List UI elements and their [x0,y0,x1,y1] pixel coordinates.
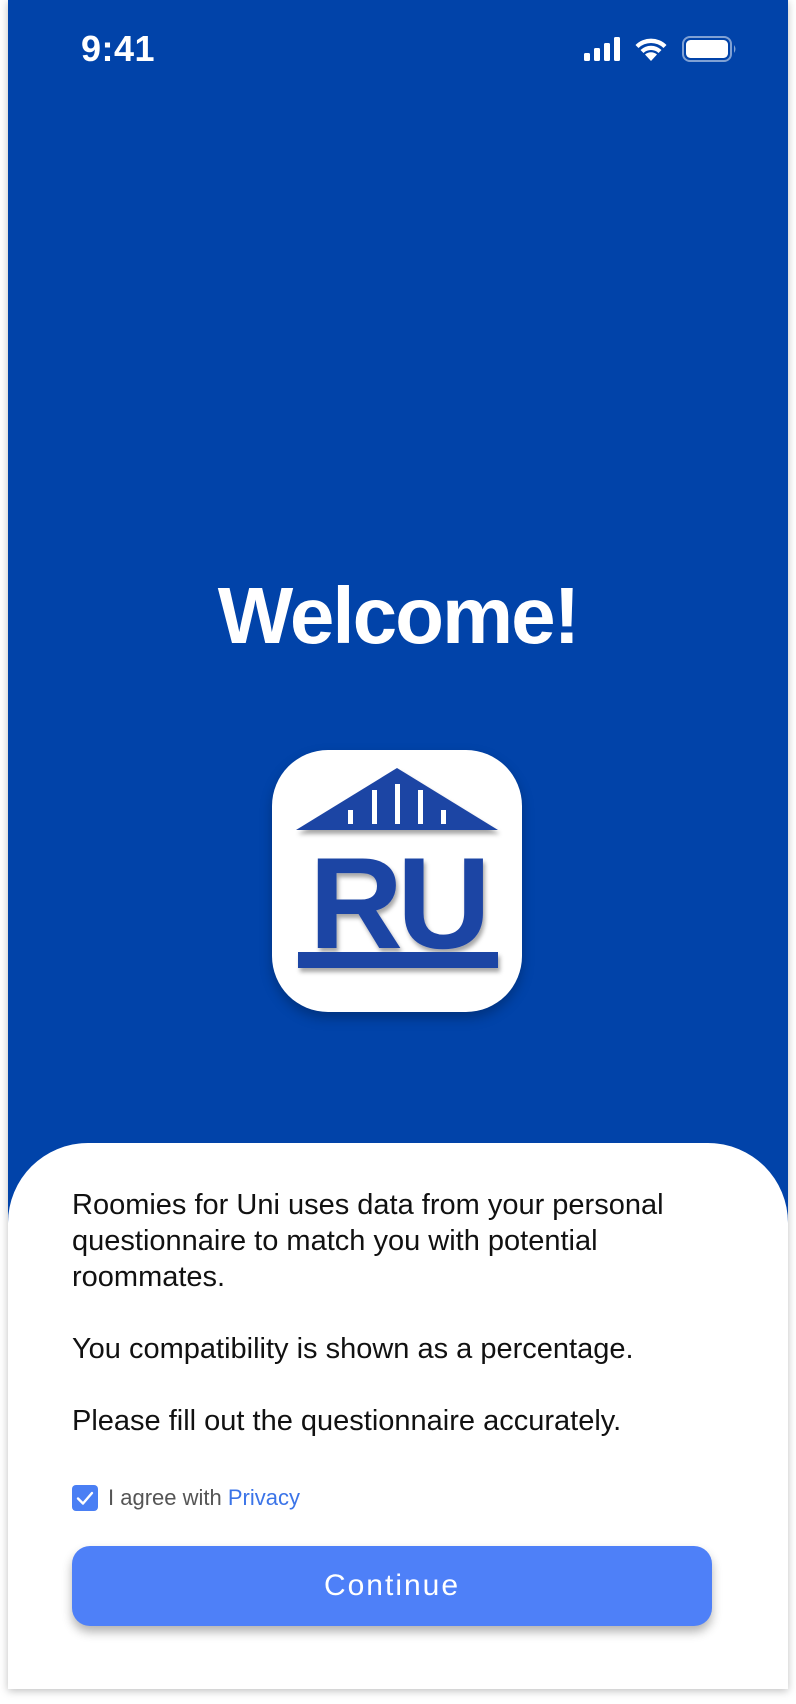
phone-screen: 9:41 Welcome! RU Roomies for Uni uses da… [8,0,788,1689]
agree-prefix: I agree with [108,1485,228,1510]
cellular-signal-icon [584,37,620,61]
battery-icon [682,36,736,62]
info-paragraph-2: You compatibility is shown as a percenta… [72,1333,634,1365]
status-time: 9:41 [81,28,156,69]
privacy-agreement: I agree with Privacy [72,1485,300,1511]
agree-label: I agree with Privacy [108,1485,300,1511]
wifi-icon [635,38,667,61]
continue-button[interactable]: Continue [72,1546,712,1626]
info-paragraph-3: Please fill out the questionnaire accura… [72,1405,622,1437]
welcome-title: Welcome! [217,571,580,660]
info-paragraph-1: Roomies for Uni uses data from your pers… [72,1189,664,1293]
status-bar: 9:41 [8,0,788,100]
status-icons [584,36,738,62]
app-logo-icon: RU [296,768,498,976]
info-sheet: Roomies for Uni uses data from your pers… [8,1143,788,1689]
app-logo: RU [272,750,522,1012]
agree-checkbox[interactable] [72,1485,98,1511]
info-text: Roomies for Uni uses data from your pers… [72,1187,732,1439]
privacy-link[interactable]: Privacy [228,1485,300,1510]
checkmark-icon [76,1491,94,1505]
